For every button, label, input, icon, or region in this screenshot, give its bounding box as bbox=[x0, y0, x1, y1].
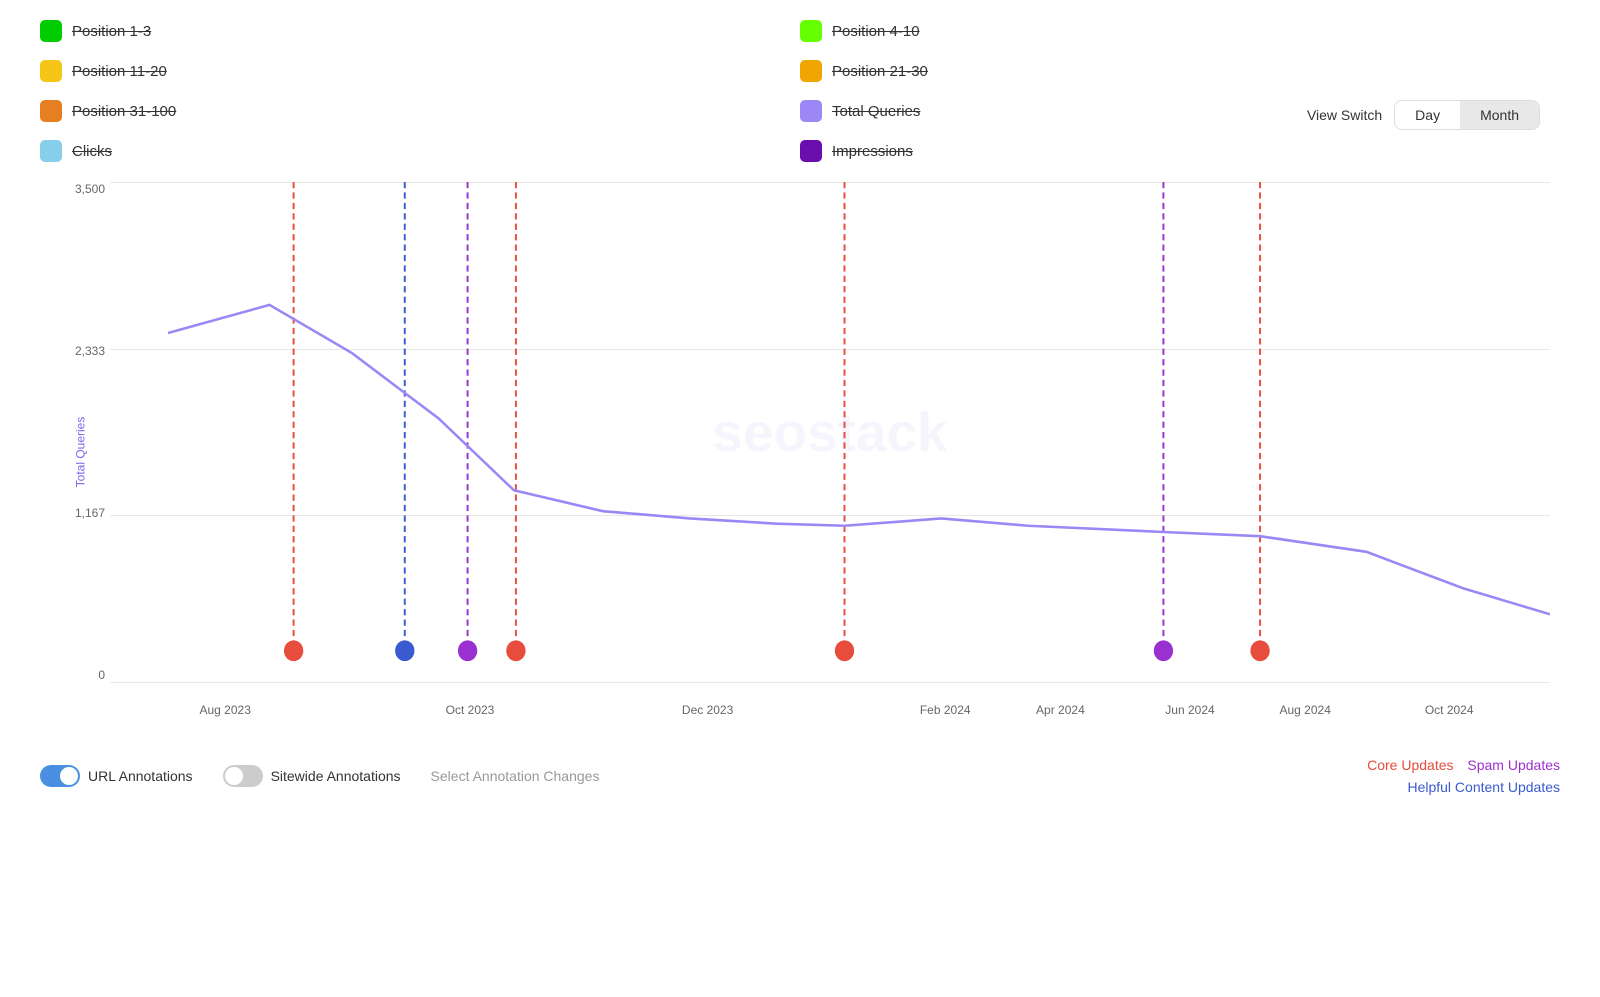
legend-label-total-queries: Total Queries bbox=[832, 103, 920, 120]
month-button[interactable]: Month bbox=[1460, 101, 1539, 129]
y-tick-3500: 3,500 bbox=[75, 182, 105, 196]
legend-swatch-pos21-30 bbox=[800, 60, 822, 82]
spam-update-dot-2[interactable] bbox=[1154, 640, 1173, 661]
legend-swatch-pos1-3 bbox=[40, 20, 62, 42]
x-tick-oct2024: Oct 2024 bbox=[1425, 703, 1474, 717]
url-annotations-label: URL Annotations bbox=[88, 768, 193, 784]
x-tick-jun2024: Jun 2024 bbox=[1165, 703, 1214, 717]
x-tick-feb2024: Feb 2024 bbox=[920, 703, 971, 717]
spam-update-dot-1[interactable] bbox=[458, 640, 477, 661]
sitewide-annotations-label: Sitewide Annotations bbox=[271, 768, 401, 784]
x-tick-oct2023: Oct 2023 bbox=[446, 703, 495, 717]
x-tick-aug2023: Aug 2023 bbox=[199, 703, 250, 717]
legend-label-pos4-10: Position 4-10 bbox=[832, 23, 920, 40]
y-tick-0: 0 bbox=[98, 668, 105, 682]
main-container: Position 1-3 Position 11-20 Position 31-… bbox=[0, 0, 1600, 997]
legend-item-pos1-3[interactable]: Position 1-3 bbox=[40, 20, 800, 42]
annotations-left: URL Annotations Sitewide Annotations Sel… bbox=[40, 765, 599, 787]
x-tick-dec2023: Dec 2023 bbox=[682, 703, 733, 717]
x-tick-aug2024: Aug 2024 bbox=[1279, 703, 1330, 717]
chart-area: Total Queries 3,500 2,333 1,167 0 seosta… bbox=[40, 182, 1560, 722]
core-update-dot-2[interactable] bbox=[506, 640, 525, 661]
annotations-right: Core Updates Spam Updates Helpful Conten… bbox=[1367, 757, 1560, 795]
y-tick-1167: 1,167 bbox=[75, 506, 105, 520]
y-axis-ticks: 3,500 2,333 1,167 0 bbox=[65, 182, 110, 682]
core-update-dot-4[interactable] bbox=[1250, 640, 1269, 661]
legend-swatch-pos31-100 bbox=[40, 100, 62, 122]
legend-swatch-pos11-20 bbox=[40, 60, 62, 82]
url-annotations-item: URL Annotations bbox=[40, 765, 193, 787]
chart-inner: seostack bbox=[110, 182, 1550, 682]
legend-item-pos11-20[interactable]: Position 11-20 bbox=[40, 60, 800, 82]
bottom-controls: URL Annotations Sitewide Annotations Sel… bbox=[40, 742, 1560, 810]
legend-label-impressions: Impressions bbox=[832, 143, 913, 160]
legend-swatch-pos4-10 bbox=[800, 20, 822, 42]
chart-svg bbox=[110, 182, 1550, 682]
legend-left: Position 1-3 Position 11-20 Position 31-… bbox=[40, 20, 800, 162]
sitewide-annotations-item: Sitewide Annotations bbox=[223, 765, 401, 787]
core-update-dot-1[interactable] bbox=[284, 640, 303, 661]
legend-item-impressions[interactable]: Impressions bbox=[800, 140, 1560, 162]
legend-item-clicks[interactable]: Clicks bbox=[40, 140, 800, 162]
legend-label-pos31-100: Position 31-100 bbox=[72, 103, 176, 120]
view-switch-container: View Switch Day Month bbox=[1307, 100, 1540, 130]
legend-swatch-total-queries bbox=[800, 100, 822, 122]
sitewide-annotations-toggle[interactable] bbox=[223, 765, 263, 787]
url-annotations-thumb bbox=[60, 767, 78, 785]
x-axis: Aug 2023 Oct 2023 Dec 2023 Feb 2024 Apr … bbox=[110, 682, 1550, 722]
core-updates-label: Core Updates bbox=[1367, 757, 1453, 773]
sitewide-annotations-thumb bbox=[225, 767, 243, 785]
url-annotations-toggle[interactable] bbox=[40, 765, 80, 787]
y-tick-2333: 2,333 bbox=[75, 344, 105, 358]
total-queries-line bbox=[168, 305, 1550, 614]
day-button[interactable]: Day bbox=[1395, 101, 1460, 129]
view-switch-label: View Switch bbox=[1307, 107, 1382, 123]
legend-label-pos1-3: Position 1-3 bbox=[72, 23, 151, 40]
legend-swatch-clicks bbox=[40, 140, 62, 162]
core-update-dot-3[interactable] bbox=[835, 640, 854, 661]
select-annotation-changes[interactable]: Select Annotation Changes bbox=[431, 768, 600, 784]
x-tick-apr2024: Apr 2024 bbox=[1036, 703, 1085, 717]
legend: Position 1-3 Position 11-20 Position 31-… bbox=[40, 20, 1560, 162]
legend-item-pos31-100[interactable]: Position 31-100 bbox=[40, 100, 800, 122]
update-types-line: Core Updates Spam Updates bbox=[1367, 757, 1560, 773]
legend-label-clicks: Clicks bbox=[72, 143, 112, 160]
legend-label-pos21-30: Position 21-30 bbox=[832, 63, 928, 80]
legend-item-pos21-30[interactable]: Position 21-30 bbox=[800, 60, 1560, 82]
legend-right: Position 4-10 Position 21-30 Total Queri… bbox=[800, 20, 1560, 162]
helpful-content-line: Helpful Content Updates bbox=[1367, 779, 1560, 795]
spam-updates-label: Spam Updates bbox=[1467, 757, 1560, 773]
helpful-content-label: Helpful Content Updates bbox=[1407, 779, 1560, 795]
legend-swatch-impressions bbox=[800, 140, 822, 162]
legend-label-pos11-20: Position 11-20 bbox=[72, 63, 167, 80]
helpful-content-dot-1[interactable] bbox=[395, 640, 414, 661]
legend-item-pos4-10[interactable]: Position 4-10 bbox=[800, 20, 1560, 42]
view-switch-buttons: Day Month bbox=[1394, 100, 1540, 130]
